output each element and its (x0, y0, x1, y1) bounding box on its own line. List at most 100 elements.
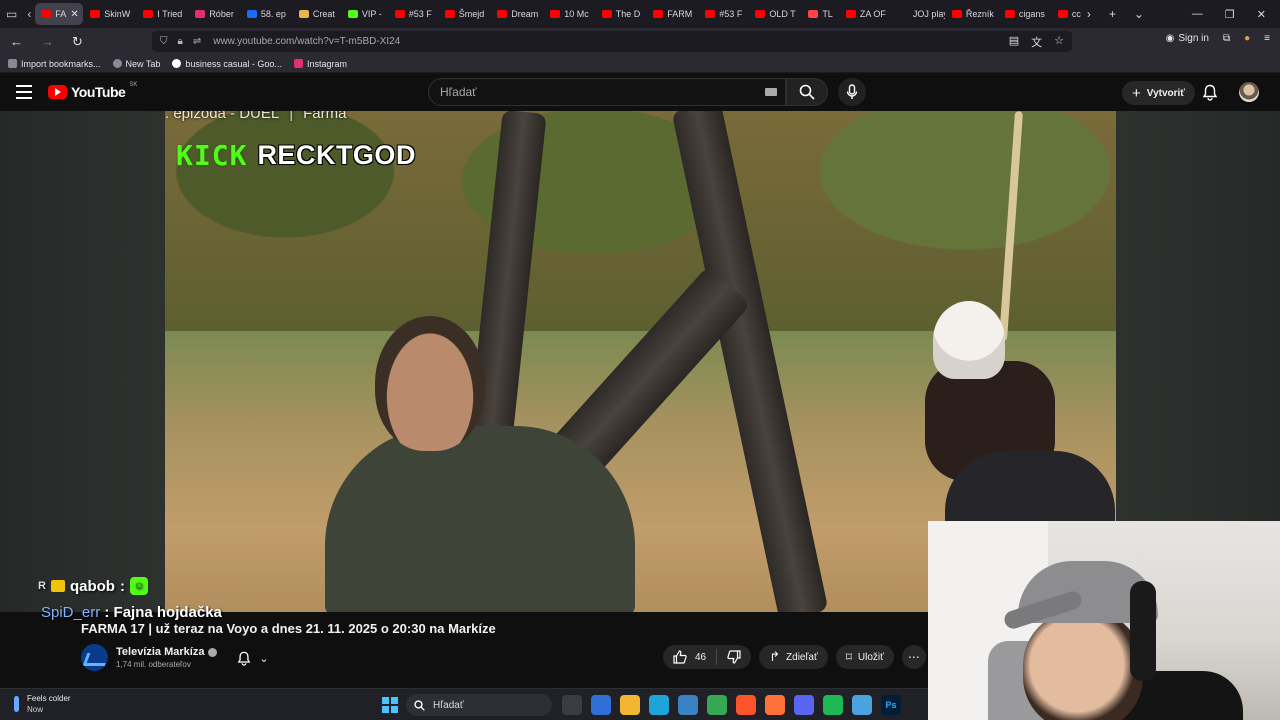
tab-list: FA ✕ SkinW I Tried Róber 58. ep Creat VIP - #53 … (35, 3, 1087, 25)
file-explorer-app-icon[interactable] (620, 695, 640, 715)
tab-strip-controls: ▭ ‹ (0, 7, 35, 21)
create-button[interactable]: + Vytvoriť (1122, 81, 1196, 105)
back-icon[interactable]: ← (10, 34, 23, 50)
browser-tab[interactable]: Róber (189, 3, 240, 25)
browser-tab[interactable]: SkinW (84, 3, 136, 25)
browser-tab[interactable]: 10 Mc (544, 3, 595, 25)
colorful-extension-icon[interactable]: ● (1244, 33, 1250, 44)
browser-tab[interactable]: The D (596, 3, 647, 25)
taskbar-search[interactable]: Hľadať (406, 694, 552, 716)
google-icon (172, 59, 182, 68)
tab-favicon-icon (653, 10, 664, 18)
browser-tab[interactable]: #53 F (699, 3, 748, 25)
scroll-tabs-left-icon[interactable]: ‹ (27, 7, 31, 21)
more-actions-button[interactable]: ⋯ (901, 645, 926, 669)
browser-tab[interactable]: #53 F (389, 3, 438, 25)
like-button[interactable]: 46 (663, 645, 716, 669)
bookmark-star-icon[interactable]: ☆ (1054, 34, 1064, 50)
tab-label: TL (822, 9, 833, 19)
url-bar[interactable]: ⛉ 🔒︎ ⇌ www.youtube.com/watch?v=T-m5BD-XI… (152, 31, 1072, 52)
restore-icon[interactable]: ❐ (1225, 8, 1235, 21)
channel-name-row: Televízia Markíza (116, 646, 218, 658)
chat-username: SpiD_err (41, 604, 101, 621)
share-button[interactable]: ↱ Zdieľať (759, 645, 828, 669)
photoshop-app-icon[interactable]: Ps (881, 695, 901, 715)
account-icon[interactable]: ◉ (1166, 33, 1175, 44)
dislike-button[interactable] (717, 645, 751, 669)
crown-badge-icon (50, 580, 65, 592)
start-button[interactable] (382, 697, 398, 713)
scroll-tabs-right-icon[interactable]: › (1087, 7, 1091, 21)
tab-favicon-icon (705, 10, 716, 18)
edge-app-icon[interactable] (649, 695, 669, 715)
browser-tab[interactable]: FA ✕ (35, 3, 84, 25)
keyboard-icon[interactable] (765, 88, 777, 96)
voice-search-button[interactable] (838, 78, 866, 106)
sign-in-button[interactable]: Sign in (1178, 33, 1209, 44)
weather-widget[interactable]: Feels colder Now (14, 693, 71, 715)
thumbs-down-icon (727, 650, 741, 664)
browser-tab[interactable]: cigans (999, 3, 1051, 25)
photos-app-icon[interactable] (678, 695, 698, 715)
store-app-icon[interactable] (591, 695, 611, 715)
browser-tab[interactable]: Creat (293, 3, 341, 25)
bookmark-instagram[interactable]: Instagram (293, 58, 347, 69)
browser-tab[interactable]: cc (1052, 3, 1087, 25)
browser-tab[interactable]: ZA OF (840, 3, 892, 25)
firefox-app-icon[interactable] (765, 695, 785, 715)
browser-tab[interactable]: TL (802, 3, 839, 25)
discord-app-icon[interactable] (794, 695, 814, 715)
new-tab-icon[interactable]: + (1109, 7, 1116, 21)
reader-view-icon[interactable]: ▤ (1009, 34, 1019, 50)
tab-favicon-icon (1057, 10, 1068, 18)
permissions-icon[interactable]: ⇌ (193, 36, 201, 47)
bookmark-business-casual[interactable]: business casual - Goo... (172, 59, 282, 69)
reload-icon[interactable]: ↻ (72, 34, 83, 50)
instagram-icon (293, 59, 303, 68)
nav-buttons: ← → ↻ (0, 34, 150, 50)
spotify-app-icon[interactable] (823, 695, 843, 715)
search-input[interactable]: Hľadať (428, 78, 786, 106)
subscription-bell-button[interactable]: ⌄ (226, 646, 280, 670)
avatar[interactable] (1239, 82, 1259, 102)
browser-tab[interactable]: FARM (647, 3, 698, 25)
channel-avatar[interactable] (81, 644, 108, 671)
lock-icon[interactable]: 🔒︎ (178, 36, 183, 47)
shield-icon[interactable]: ⛉ (160, 36, 168, 47)
channel-name[interactable]: Televízia Markíza (116, 646, 204, 658)
url-text[interactable]: www.youtube.com/watch?v=T-m5BD-XI24 (213, 36, 400, 47)
brave-app-icon[interactable] (736, 695, 756, 715)
browser-tab[interactable]: Šmejd (439, 3, 491, 25)
forward-icon[interactable]: → (41, 34, 54, 50)
notifications-button[interactable] (1202, 84, 1218, 106)
bookmark-label: Instagram (306, 58, 347, 69)
browser-tab[interactable]: OLD T (749, 3, 801, 25)
kick-watermark: KICK RECKTGOD (176, 139, 416, 172)
minimize-icon[interactable]: — (1192, 8, 1203, 21)
translate-icon[interactable]: 文 (1031, 34, 1042, 50)
browser-tab[interactable]: Dream (491, 3, 543, 25)
youtube-logo[interactable]: YouTube SK (48, 82, 137, 100)
save-button[interactable]: ⌑ Uložiť (835, 645, 894, 669)
hamburger-menu-icon[interactable] (16, 85, 32, 99)
extensions-icon[interactable]: ⧉ (1223, 33, 1230, 44)
browser-tab[interactable]: I Tried (137, 3, 188, 25)
search-placeholder: Hľadať (440, 85, 477, 99)
browser-tab[interactable]: VIP - (342, 3, 388, 25)
browser-tab[interactable]: JOJ play (893, 3, 945, 25)
tab-list-chevron-icon[interactable]: ⌄ (1134, 7, 1144, 21)
notepad-app-icon[interactable] (852, 695, 872, 715)
browser-tab[interactable]: 58. ep (241, 3, 292, 25)
menu-icon[interactable]: ≡ (1264, 33, 1270, 44)
search-button[interactable] (786, 78, 828, 106)
chrome-app-icon[interactable] (707, 695, 727, 715)
toolbar-right: ◉ Sign in ⧉ ● ≡ (1166, 33, 1270, 44)
bookmark-new-tab[interactable]: New Tab (112, 59, 160, 69)
browser-tab[interactable]: Řezník (946, 3, 998, 25)
bookmark-label: Import bookmarks... (21, 58, 101, 69)
tab-overview-icon[interactable]: ▭ (6, 7, 17, 21)
tab-close-icon[interactable]: ✕ (70, 9, 78, 20)
task-view-app-icon[interactable] (562, 695, 582, 715)
close-window-icon[interactable]: ✕ (1257, 8, 1266, 21)
bookmark-import[interactable]: Import bookmarks... (8, 59, 101, 69)
